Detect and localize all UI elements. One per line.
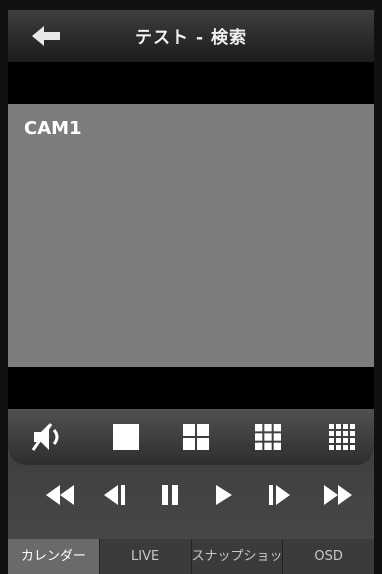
step-forward-icon[interactable] bbox=[260, 481, 300, 509]
header-bar: テスト - 検索 bbox=[8, 10, 374, 63]
tab-osd[interactable]: OSD bbox=[283, 539, 374, 574]
layout-4-icon[interactable] bbox=[178, 419, 214, 455]
control-panel bbox=[8, 409, 374, 539]
fast-forward-icon[interactable] bbox=[318, 481, 358, 509]
layout-16-icon[interactable] bbox=[324, 419, 360, 455]
tab-live[interactable]: LIVE bbox=[100, 539, 192, 574]
camera-label: CAM1 bbox=[24, 118, 82, 139]
layout-bar bbox=[8, 409, 374, 465]
step-back-icon[interactable] bbox=[96, 481, 136, 509]
video-letterbox-top bbox=[8, 62, 374, 104]
app-frame: テスト - 検索 CAM1 カレンダー LIVE スナップショッ OSD bbox=[0, 0, 382, 574]
play-icon[interactable] bbox=[204, 481, 244, 509]
pause-icon[interactable] bbox=[150, 481, 190, 509]
video-letterbox-bottom bbox=[8, 367, 374, 409]
mute-speaker-icon[interactable] bbox=[30, 419, 66, 455]
page-title: テスト - 検索 bbox=[135, 28, 247, 48]
fast-rewind-icon[interactable] bbox=[40, 481, 80, 509]
video-view[interactable]: CAM1 bbox=[8, 104, 374, 367]
tab-snapshot[interactable]: スナップショット bbox=[192, 539, 284, 574]
tab-calendar[interactable]: カレンダー bbox=[8, 539, 100, 574]
layout-9-icon[interactable] bbox=[250, 419, 286, 455]
bottom-tab-bar: カレンダー LIVE スナップショット OSD bbox=[8, 539, 374, 574]
layout-1-icon[interactable] bbox=[108, 419, 144, 455]
